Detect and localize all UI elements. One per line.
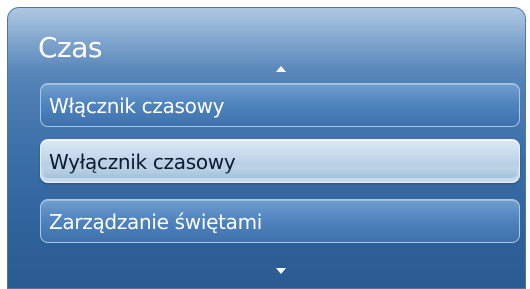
scroll-up-icon[interactable]	[276, 66, 286, 72]
menu-title: Czas	[38, 31, 103, 64]
time-menu-panel: Czas Włącznik czasowy Wyłącznik czasowy …	[7, 7, 526, 289]
scroll-down-icon[interactable]	[276, 268, 286, 274]
menu-item-holiday-management[interactable]: Zarządzanie świętami	[40, 199, 520, 243]
menu-item-off-timer[interactable]: Wyłącznik czasowy	[40, 139, 520, 183]
menu-item-on-timer[interactable]: Włącznik czasowy	[40, 83, 520, 127]
